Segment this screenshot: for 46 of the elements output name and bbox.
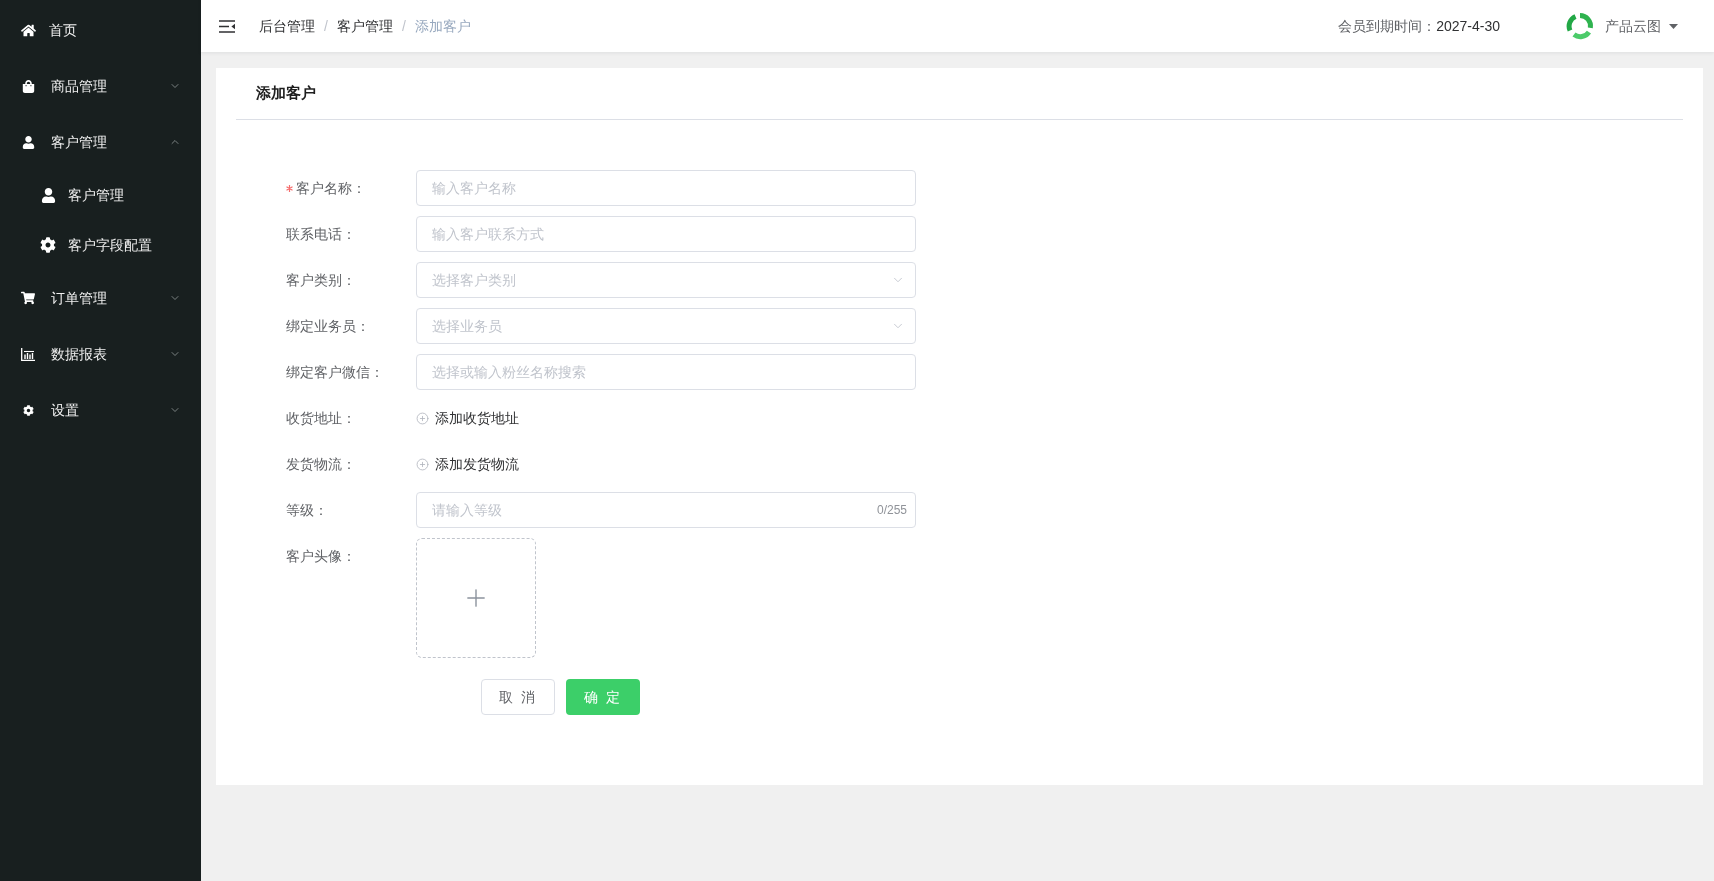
bar-chart-icon [21,347,35,361]
input-field[interactable]: 输入客户联系方式 [416,216,916,252]
expiry-date: 2027-4-30 [1436,16,1500,36]
home-icon [20,22,36,38]
caret-down-icon [1669,23,1678,29]
shopping-bag-icon [21,79,35,93]
field-label: 客户头像： [286,546,356,566]
sidebar-item[interactable]: 商品管理 [0,58,201,114]
input-field[interactable]: 选择或输入粉丝名称搜索 [416,354,916,390]
settings-icon [22,404,34,416]
card-title: 添加客户 [256,83,316,104]
menu-fold-icon[interactable] [219,19,235,33]
logo-icon [1566,12,1594,40]
sidebar-item[interactable]: 订单管理 [0,270,201,326]
breadcrumb-separator: / [401,16,406,36]
field-label: 发货物流： [286,454,356,474]
field-label: 客户类别： [286,270,356,290]
field-label: 绑定客户微信： [286,362,384,382]
cancel-button[interactable]: 取 消 [481,679,555,715]
sidebar-item[interactable]: 客户管理 [0,114,201,170]
gear-icon [40,237,56,253]
breadcrumb-separator: / [324,16,328,36]
field-label: 收货地址： [286,408,356,428]
field-label: 等级： [286,500,328,520]
breadcrumb-current: 添加客户 [414,16,471,36]
user-menu[interactable]: 产品云图 [1605,15,1678,37]
breadcrumb-link[interactable]: 客户管理 [336,15,393,37]
user-icon [21,135,35,149]
character-counter: 0/255 [876,502,907,518]
sidebar-subitem[interactable]: 客户管理 [0,170,201,220]
plus-circle-icon [416,457,429,471]
sidebar-subitem[interactable]: 客户字段配置 [0,220,201,270]
cart-icon [21,291,35,305]
input-field[interactable]: 输入客户名称 [416,170,916,206]
plus-circle-icon [416,411,429,425]
sidebar-item[interactable]: 数据报表 [0,326,201,382]
user-icon [40,187,56,203]
field-label: 联系电话： [286,224,356,244]
add-link[interactable]: 添加收货地址 [416,407,519,429]
sidebar-item[interactable]: 首页 [0,2,201,58]
expiry-label: 会员到期时间： [1338,16,1437,36]
add-link[interactable]: 添加发货物流 [416,453,519,475]
field-label: 客户名称： [296,178,366,198]
field-label: 绑定业务员： [286,316,370,336]
breadcrumb-link[interactable]: 后台管理 [259,15,315,37]
sidebar-item[interactable]: 设置 [0,382,201,438]
